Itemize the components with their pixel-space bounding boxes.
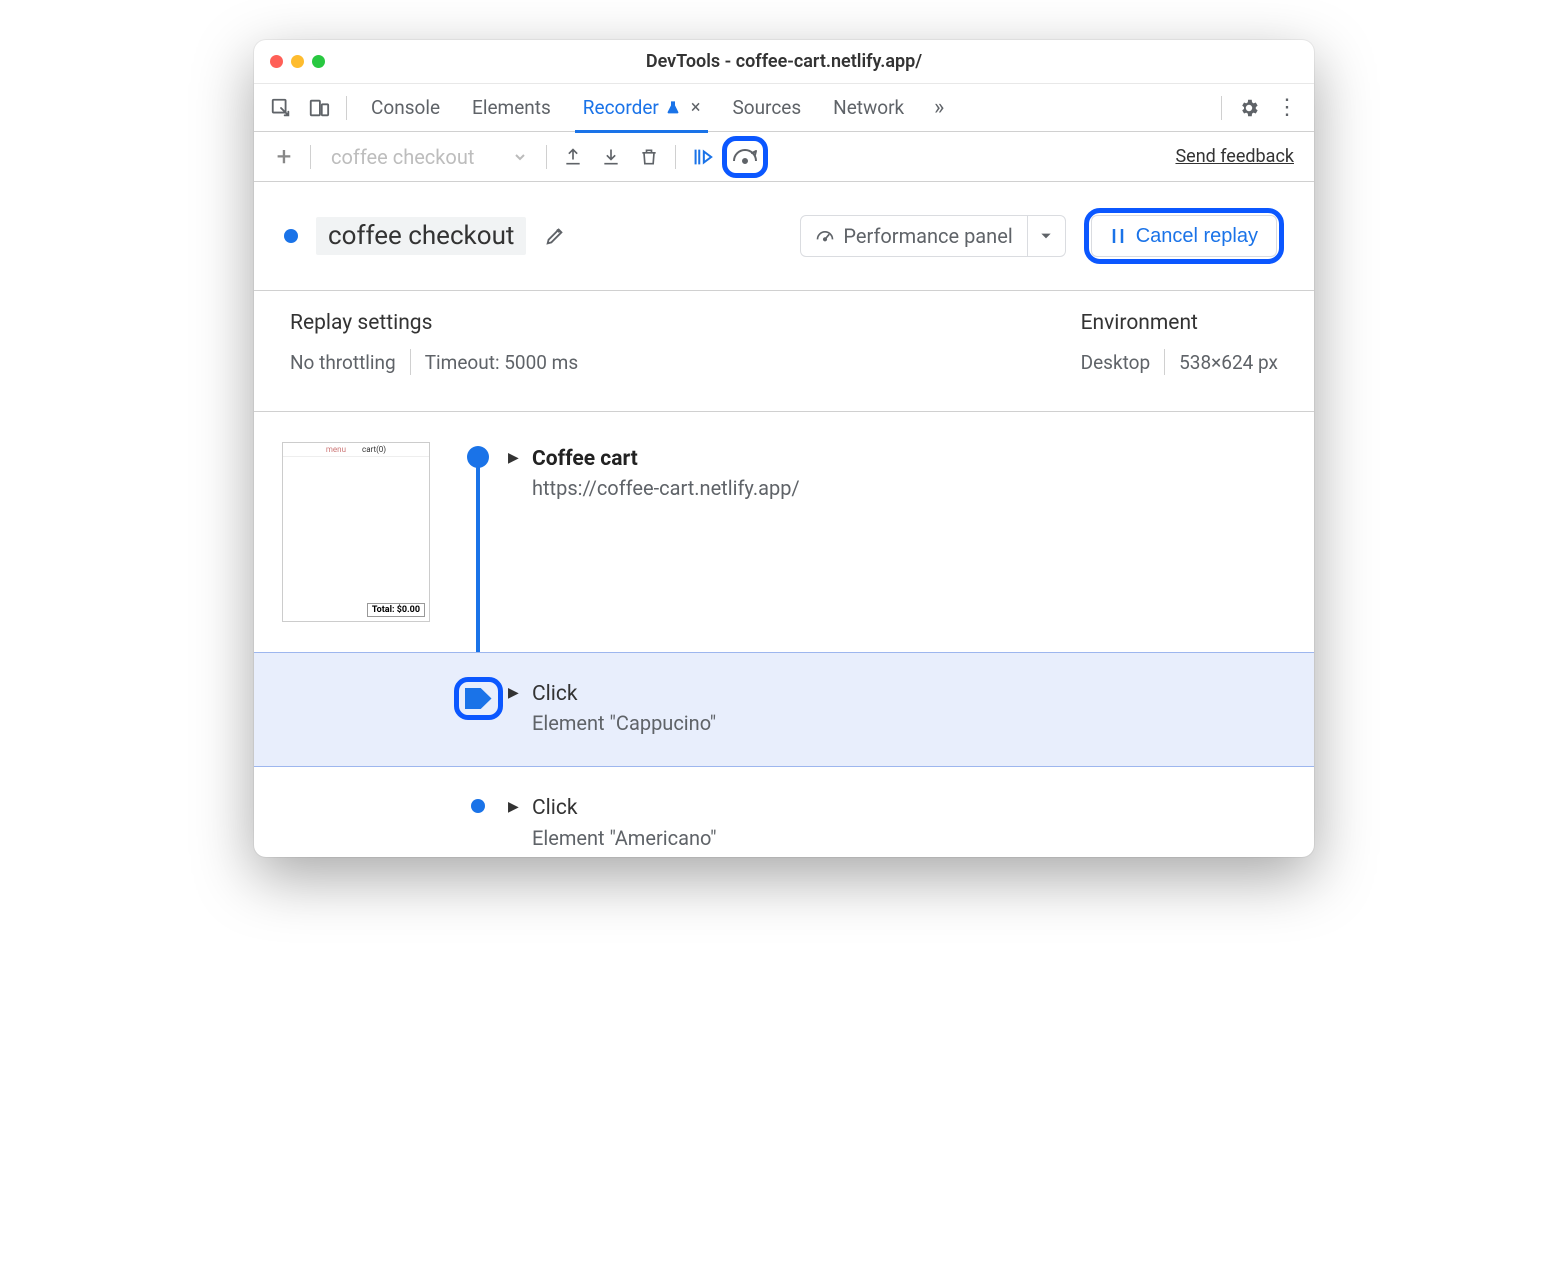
- tab-sources[interactable]: Sources: [718, 84, 815, 132]
- divider: [410, 349, 411, 375]
- divider: [1164, 349, 1165, 375]
- tab-label: Console: [371, 96, 440, 119]
- device-toolbar-icon[interactable]: [302, 91, 336, 125]
- chevron-down-icon: [514, 151, 526, 163]
- recorder-toolbar: + coffee checkout Send feedback: [254, 132, 1314, 182]
- performance-panel-select[interactable]: Performance panel: [800, 215, 1065, 257]
- step-subtitle: Element "Cappucino": [532, 709, 716, 738]
- recording-name-field[interactable]: coffee checkout: [316, 217, 526, 255]
- timeline-node: [467, 446, 489, 468]
- inspect-element-icon[interactable]: [264, 91, 298, 125]
- slow-replay-icon[interactable]: [729, 143, 761, 171]
- step-row[interactable]: menu cart(0) Total: $0.00 ▶ Coffee cart …: [282, 442, 1314, 652]
- divider: [546, 145, 547, 169]
- close-window-button[interactable]: [270, 55, 283, 68]
- expand-caret-icon[interactable]: ▶: [508, 685, 522, 701]
- step-replay-icon[interactable]: [684, 140, 720, 174]
- step-row-current[interactable]: ▶ Click Element "Cappucino": [254, 652, 1314, 767]
- thumb-total: Total: $0.00: [367, 603, 425, 617]
- divider: [310, 145, 311, 169]
- dimensions-value: 538×624 px: [1179, 351, 1278, 374]
- more-tabs-icon[interactable]: »: [922, 91, 956, 125]
- devtools-tabs: Console Elements Recorder × Sources Netw…: [254, 84, 1314, 132]
- tab-label: Sources: [732, 96, 801, 119]
- cancel-replay-highlight: Cancel replay: [1084, 208, 1284, 264]
- timeline-node: [471, 799, 485, 813]
- expand-caret-icon[interactable]: ▶: [508, 450, 522, 466]
- gauge-icon: [815, 226, 835, 246]
- current-step-highlight: [454, 677, 503, 720]
- step-title: Click: [532, 679, 716, 709]
- settings-gear-icon[interactable]: [1232, 91, 1266, 125]
- kebab-menu-icon[interactable]: ⋮: [1270, 91, 1304, 125]
- flask-icon: [665, 100, 681, 116]
- replay-settings-heading: Replay settings: [290, 311, 1081, 335]
- tab-network[interactable]: Network: [819, 84, 918, 132]
- perf-panel-label: Performance panel: [843, 224, 1012, 248]
- divider: [675, 145, 676, 169]
- edit-name-icon[interactable]: [544, 225, 566, 247]
- step-subtitle: https://coffee-cart.netlify.app/: [532, 474, 800, 503]
- timeout-value[interactable]: Timeout: 5000 ms: [425, 351, 578, 374]
- step-title: Coffee cart: [532, 444, 800, 474]
- thumb-nav: menu: [326, 445, 346, 454]
- close-tab-icon[interactable]: ×: [691, 97, 701, 118]
- add-recording-icon[interactable]: +: [266, 140, 302, 174]
- recording-dropdown-label: coffee checkout: [331, 145, 474, 169]
- page-thumbnail: menu cart(0) Total: $0.00: [282, 442, 430, 622]
- steps-timeline: menu cart(0) Total: $0.00 ▶ Coffee cart …: [254, 412, 1314, 857]
- step-subtitle: Element "Americano": [532, 824, 716, 853]
- thumb-nav: cart(0): [362, 445, 386, 454]
- settings-section: Replay settings No throttling Timeout: 5…: [254, 291, 1314, 412]
- traffic-lights: [270, 55, 325, 68]
- tab-label: Recorder: [583, 96, 659, 119]
- import-icon[interactable]: [593, 140, 629, 174]
- devtools-window: DevTools - coffee-cart.netlify.app/ Cons…: [254, 40, 1314, 857]
- tab-recorder[interactable]: Recorder ×: [569, 84, 715, 132]
- recording-status-dot: [284, 229, 298, 243]
- recording-dropdown[interactable]: coffee checkout: [319, 140, 538, 174]
- chevron-down-icon[interactable]: [1027, 216, 1065, 256]
- current-step-arrow-icon: [465, 688, 492, 709]
- send-feedback-link[interactable]: Send feedback: [1175, 146, 1294, 167]
- cancel-replay-label: Cancel replay: [1136, 225, 1258, 248]
- cancel-replay-button[interactable]: Cancel replay: [1091, 215, 1277, 257]
- divider: [346, 96, 347, 120]
- pause-icon: [1110, 227, 1126, 245]
- maximize-window-button[interactable]: [312, 55, 325, 68]
- minimize-window-button[interactable]: [291, 55, 304, 68]
- tab-console[interactable]: Console: [357, 84, 454, 132]
- expand-caret-icon[interactable]: ▶: [508, 799, 522, 815]
- environment-heading: Environment: [1081, 311, 1278, 335]
- tab-elements[interactable]: Elements: [458, 84, 565, 132]
- slow-replay-highlight: [722, 136, 768, 178]
- divider: [1221, 96, 1222, 120]
- titlebar: DevTools - coffee-cart.netlify.app/: [254, 40, 1314, 84]
- throttling-value[interactable]: No throttling: [290, 351, 396, 374]
- tab-label: Elements: [472, 96, 551, 119]
- step-title: Click: [532, 793, 716, 823]
- delete-icon[interactable]: [631, 140, 667, 174]
- window-title: DevTools - coffee-cart.netlify.app/: [254, 51, 1314, 72]
- recording-header: coffee checkout Performance panel Cancel…: [254, 182, 1314, 291]
- device-value: Desktop: [1081, 351, 1151, 374]
- export-icon[interactable]: [555, 140, 591, 174]
- step-row[interactable]: ▶ Click Element "Americano": [282, 767, 1314, 856]
- timeline-line: [476, 458, 480, 668]
- tab-label: Network: [833, 96, 904, 119]
